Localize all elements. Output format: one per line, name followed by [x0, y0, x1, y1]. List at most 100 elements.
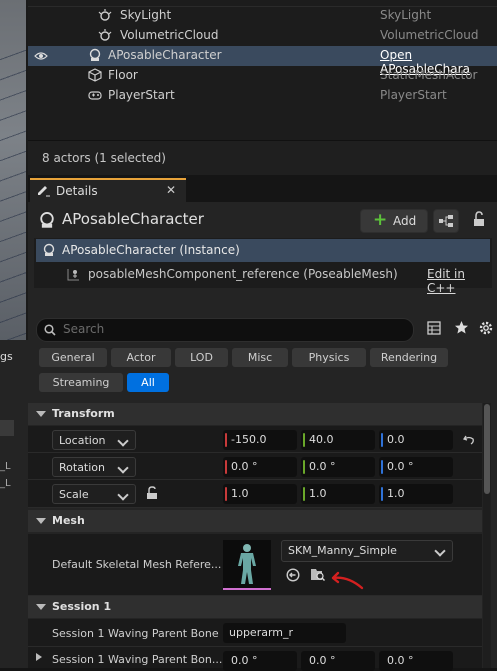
outliner-row-playerstart[interactable]: PlayerStart PlayerStart: [28, 86, 497, 106]
skylight-icon: [98, 9, 112, 21]
location-mode-dropdown[interactable]: Location: [52, 430, 136, 450]
property-waving-parent-bone: Session 1 Waving Parent Bone upperarm_r: [28, 619, 482, 647]
pawn-icon: [43, 243, 55, 256]
section-mesh[interactable]: Mesh: [28, 510, 482, 532]
location-z-field[interactable]: 0.0: [379, 430, 453, 450]
scale-x-field[interactable]: 1.0: [223, 484, 297, 504]
search-icon: [44, 324, 56, 336]
gamepad-icon: [88, 91, 102, 100]
filter-misc[interactable]: Misc: [232, 348, 288, 367]
location-y-field[interactable]: 40.0: [301, 430, 375, 450]
rotation-z-field[interactable]: 0.0 °: [379, 457, 453, 477]
instance-label: APosableCharacter (Instance): [62, 243, 240, 257]
mannequin-image: [238, 544, 256, 584]
reset-arrow-icon[interactable]: [463, 434, 475, 446]
dropdown-label: Scale: [59, 488, 89, 501]
component-instance-row[interactable]: APosableCharacter (Instance): [36, 239, 490, 262]
rotation-mode-dropdown[interactable]: Rotation: [52, 457, 136, 477]
skeletal-mesh-icon: [67, 269, 79, 281]
rotation-x-field[interactable]: 0.0 °: [223, 457, 297, 477]
actor-name-title[interactable]: APosableCharacter: [62, 210, 204, 228]
section-session-1[interactable]: Session 1: [28, 596, 482, 618]
star-icon[interactable]: [454, 320, 469, 335]
cloud-icon: [98, 29, 112, 41]
close-icon[interactable]: ✕: [166, 183, 176, 197]
gear-icon[interactable]: [478, 320, 494, 336]
scale-mode-dropdown[interactable]: Scale: [52, 484, 136, 504]
component-label: posableMeshComponent_reference (Poseable…: [88, 267, 398, 281]
static-mesh-icon: [88, 68, 102, 82]
visibility-eye-icon[interactable]: [34, 50, 48, 62]
filter-actor[interactable]: Actor: [111, 348, 171, 367]
pawn-icon: [40, 212, 54, 228]
property-rotation: Rotation 0.0 ° 0.0 ° 0.0 °: [28, 453, 482, 480]
property-label: Session 1 Waving Parent Bon...: [52, 653, 223, 666]
outliner-row-aposablecharacter[interactable]: APosableCharacter Open APosableChara: [28, 46, 497, 76]
left-side-panel: [0, 340, 28, 668]
outliner-item-name: VolumetricCloud: [120, 28, 219, 42]
hierarchy-icon: [439, 215, 453, 227]
outliner-item-name: PlayerStart: [108, 88, 175, 102]
outliner-item-name: APosableCharacter: [108, 48, 222, 62]
tab-details[interactable]: Details ✕: [30, 178, 186, 202]
chevron-down-icon: [117, 462, 129, 474]
left-panel-item[interactable]: _L: [0, 478, 11, 489]
chevron-down-icon: [117, 435, 129, 447]
outliner-row-volumetriccloud[interactable]: VolumetricCloud VolumetricCloud: [28, 26, 497, 46]
expand-arrow-icon[interactable]: [36, 653, 42, 661]
scale-z-field[interactable]: 1.0: [379, 484, 453, 504]
scale-y-field[interactable]: 1.0: [301, 484, 375, 504]
section-title: Session 1: [52, 600, 112, 613]
filter-lod[interactable]: LOD: [175, 348, 228, 367]
edit-in-cpp-link[interactable]: Edit in C++: [427, 267, 490, 295]
section-title: Mesh: [52, 514, 85, 527]
outliner-item-type: SkyLight: [380, 8, 432, 22]
bone-rotation-x-field[interactable]: 0.0 °: [223, 651, 297, 671]
bone-name-field[interactable]: upperarm_r: [223, 623, 346, 643]
filter-streaming[interactable]: Streaming: [39, 373, 123, 392]
lock-open-icon[interactable]: [472, 211, 486, 227]
use-selected-asset-icon[interactable]: [286, 568, 300, 582]
left-panel-selection: [0, 420, 14, 436]
outliner-row-skylight[interactable]: SkyLight SkyLight: [28, 6, 497, 26]
viewport-grid: [0, 40, 26, 340]
collapse-arrow-icon: [36, 411, 46, 417]
mesh-thumbnail[interactable]: [223, 540, 271, 590]
add-component-button[interactable]: + Add: [360, 209, 428, 233]
outliner-item-name: Floor: [108, 68, 138, 82]
filter-all[interactable]: All: [127, 373, 169, 392]
lock-open-icon[interactable]: [146, 486, 158, 500]
add-button-label: Add: [393, 214, 417, 228]
chevron-down-icon: [117, 489, 129, 501]
outliner-item-type: VolumetricCloud: [380, 28, 479, 42]
bone-rotation-y-field[interactable]: 0.0 °: [301, 651, 375, 671]
bone-rotation-z-field[interactable]: 0.0 °: [379, 651, 453, 671]
collapse-arrow-icon: [36, 604, 46, 610]
table-view-icon[interactable]: [427, 321, 441, 335]
property-default-skeletal-mesh: Default Skeletal Mesh Refere... SKM_Mann…: [28, 534, 482, 596]
hierarchy-button[interactable]: [433, 209, 459, 233]
pawn-icon: [89, 48, 101, 61]
actor-count-text: 8 actors (1 selected): [42, 151, 166, 165]
left-panel-tab[interactable]: gs: [0, 350, 14, 378]
location-x-field[interactable]: -150.0: [223, 430, 297, 450]
skeletal-mesh-dropdown[interactable]: SKM_Manny_Simple: [281, 540, 453, 562]
filter-general[interactable]: General: [39, 348, 107, 367]
left-panel-item[interactable]: _L: [0, 461, 11, 472]
details-scrollbar-thumb[interactable]: [484, 404, 490, 494]
dropdown-label: Location: [59, 434, 106, 447]
browse-asset-icon[interactable]: [310, 567, 326, 582]
details-tab-label: Details: [56, 184, 98, 198]
section-transform[interactable]: Transform: [28, 403, 482, 425]
dropdown-label: Rotation: [59, 461, 106, 474]
rotation-y-field[interactable]: 0.0 °: [301, 457, 375, 477]
details-search-input[interactable]: Search: [36, 318, 414, 342]
collapse-arrow-icon: [36, 518, 46, 524]
search-placeholder: Search: [63, 322, 105, 336]
filter-rendering[interactable]: Rendering: [370, 348, 448, 367]
outliner-row-floor[interactable]: Floor StaticMeshActor: [28, 66, 497, 86]
outliner-status-bar: 8 actors (1 selected): [28, 140, 497, 175]
filter-physics[interactable]: Physics: [292, 348, 366, 367]
component-row-poseablemesh[interactable]: posableMeshComponent_reference (Poseable…: [36, 264, 490, 295]
plus-icon: +: [373, 210, 388, 230]
